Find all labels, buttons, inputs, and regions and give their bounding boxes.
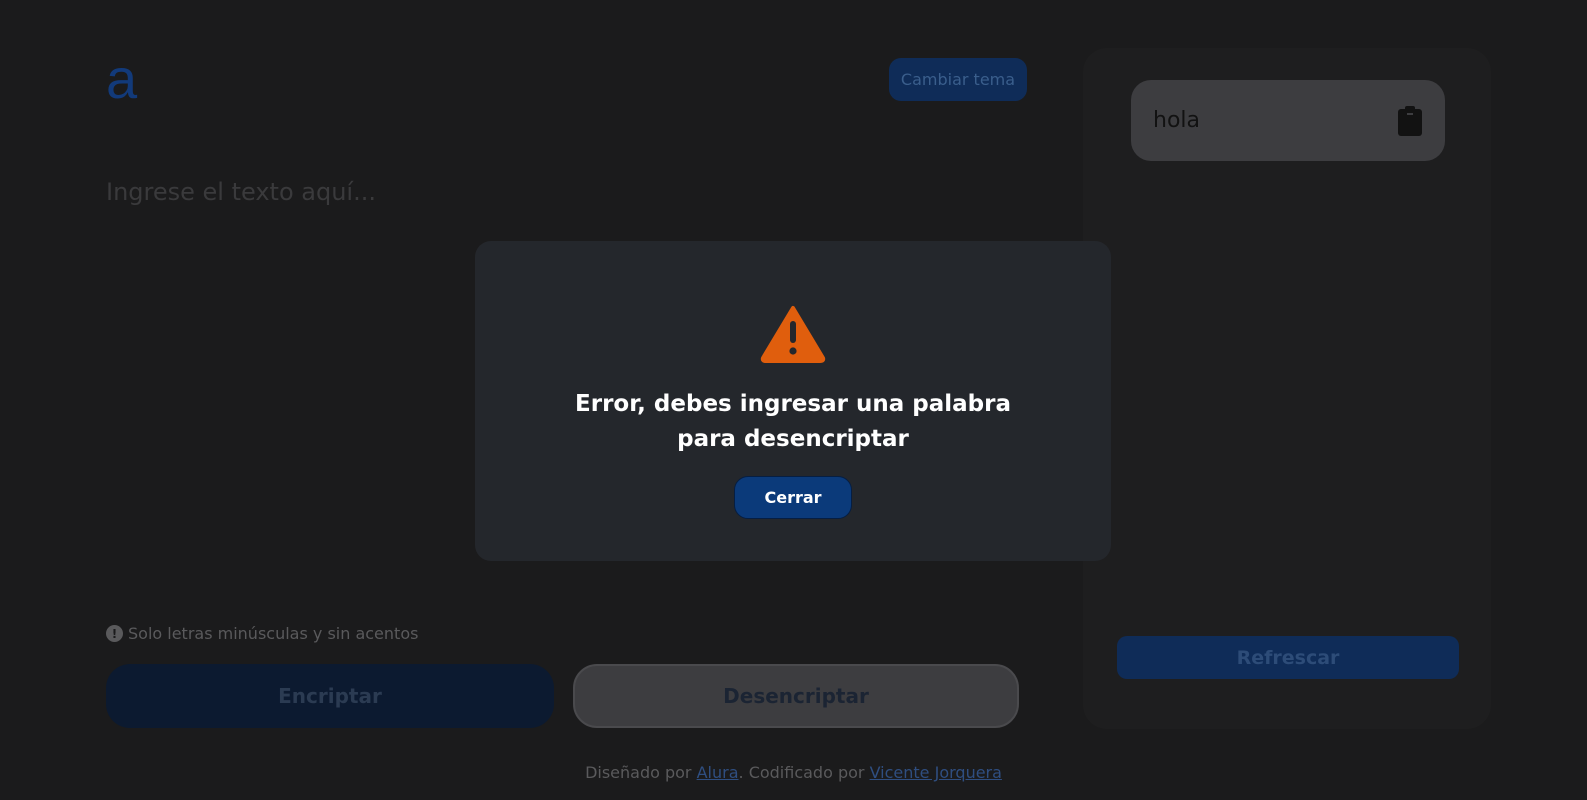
hint-text: Solo letras minúsculas y sin acentos bbox=[128, 624, 419, 643]
output-text: hola bbox=[1153, 108, 1200, 133]
decrypt-button[interactable]: Desencriptar bbox=[573, 664, 1019, 728]
error-modal: Error, debes ingresar una palabra para d… bbox=[475, 241, 1111, 561]
info-icon: ! bbox=[106, 625, 123, 642]
text-input-placeholder[interactable]: Ingrese el texto aquí... bbox=[106, 178, 376, 206]
modal-message: Error, debes ingresar una palabra para d… bbox=[575, 391, 1011, 452]
clipboard-icon[interactable] bbox=[1397, 105, 1423, 137]
output-box: hola bbox=[1131, 80, 1445, 161]
footer: Diseñado por Alura. Codificado por Vicen… bbox=[0, 763, 1587, 782]
warning-icon bbox=[760, 306, 826, 363]
logo: a bbox=[106, 47, 138, 110]
close-button[interactable]: Cerrar bbox=[734, 476, 852, 519]
footer-designed-prefix: Diseñado por bbox=[585, 763, 697, 782]
encrypt-button[interactable]: Encriptar bbox=[106, 664, 554, 728]
footer-coded-prefix: . Codificado por bbox=[738, 763, 870, 782]
refresh-button[interactable]: Refrescar bbox=[1117, 636, 1459, 679]
designer-link[interactable]: Alura bbox=[697, 763, 739, 782]
hint: ! Solo letras minúsculas y sin acentos bbox=[106, 624, 418, 643]
theme-toggle-button[interactable]: Cambiar tema bbox=[889, 58, 1027, 101]
coder-link[interactable]: Vicente Jorquera bbox=[870, 763, 1002, 782]
